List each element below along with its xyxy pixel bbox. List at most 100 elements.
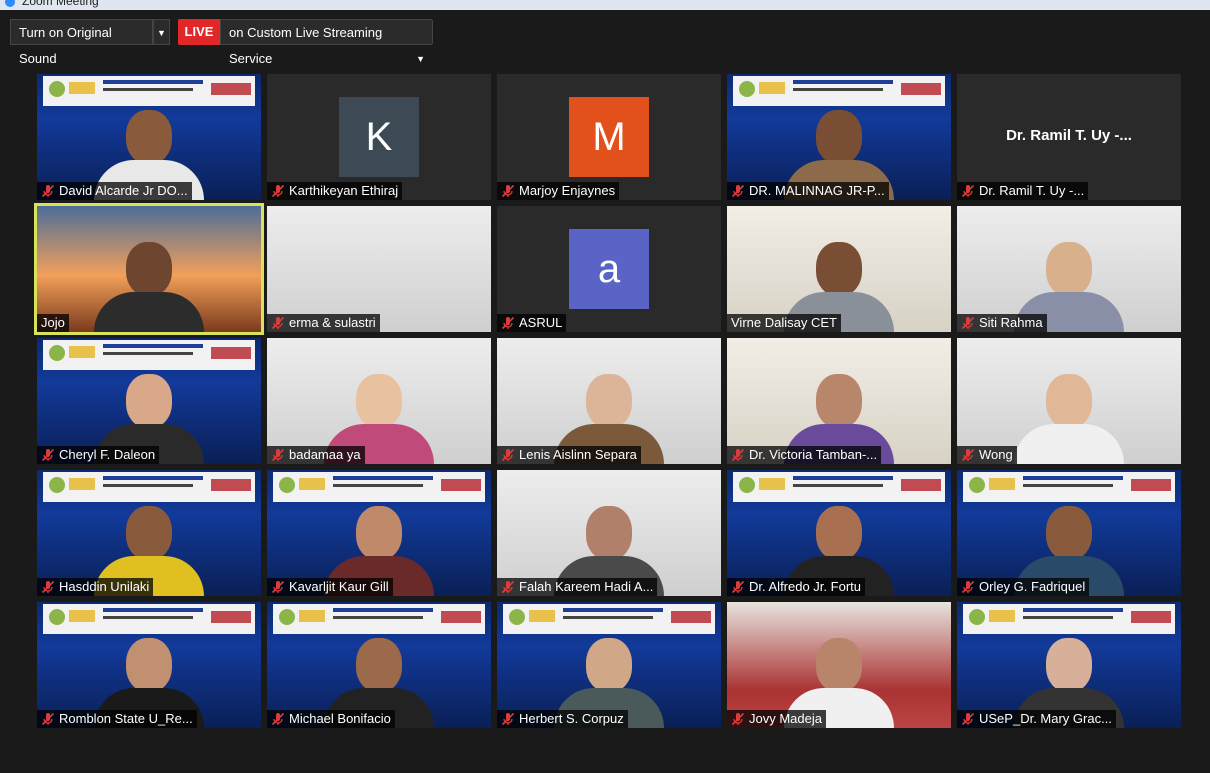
conference-banner-image <box>733 472 945 502</box>
muted-microphone-icon <box>501 580 515 594</box>
muted-microphone-icon <box>731 712 745 726</box>
muted-microphone-icon <box>41 580 55 594</box>
muted-microphone-icon <box>271 712 285 726</box>
title-bar: Zoom Meeting <box>0 0 1210 10</box>
participant-name: Virne Dalisay CET <box>731 315 837 330</box>
conference-banner-image <box>273 472 485 502</box>
participant-tile[interactable]: Orley G. Fadriquel <box>957 470 1181 596</box>
live-streaming-dropdown[interactable]: on Custom Live Streaming Service ▼ <box>220 19 433 66</box>
participant-tile[interactable]: Kavarljit Kaur Gill <box>267 470 491 596</box>
participant-tile[interactable]: Siti Rahma <box>957 206 1181 332</box>
participant-name: Wong <box>979 447 1013 462</box>
participant-name-label: Romblon State U_Re... <box>37 710 197 728</box>
participant-name-label: Dr. Victoria Tamban-... <box>727 446 882 464</box>
muted-microphone-icon <box>41 712 55 726</box>
participant-tile[interactable]: Hasddin Unilaki <box>37 470 261 596</box>
participant-tile[interactable]: Virne Dalisay CET <box>727 206 951 332</box>
muted-microphone-icon <box>731 184 745 198</box>
participant-name: DR. MALINNAG JR-P... <box>749 183 885 198</box>
participant-name: Siti Rahma <box>979 315 1043 330</box>
muted-microphone-icon <box>271 580 285 594</box>
participant-video-feed <box>94 242 204 332</box>
muted-microphone-icon <box>271 448 285 462</box>
participant-name: Romblon State U_Re... <box>59 711 193 726</box>
participant-tile[interactable]: M Marjoy Enjaynes <box>497 74 721 200</box>
participant-name-label: Jojo <box>37 314 69 332</box>
conference-banner-image <box>43 76 255 106</box>
participant-avatar: a <box>569 229 649 309</box>
participant-gallery: David Alcarde Jr DO... K Karthikeyan Ethir… <box>34 74 1181 728</box>
participant-name-label: Herbert S. Corpuz <box>497 710 628 728</box>
muted-microphone-icon <box>271 184 285 198</box>
participant-name: David Alcarde Jr DO... <box>59 183 188 198</box>
participant-tile[interactable]: erma & sulastri <box>267 206 491 332</box>
participant-name-label: USeP_Dr. Mary Grac... <box>957 710 1116 728</box>
participant-name: Dr. Victoria Tamban-... <box>749 447 878 462</box>
participant-name-label: Wong <box>957 446 1017 464</box>
participant-tile[interactable]: David Alcarde Jr DO... <box>37 74 261 200</box>
participant-name-label: Cheryl F. Daleon <box>37 446 160 464</box>
participant-avatar: M <box>569 97 649 177</box>
participant-tile[interactable]: Jojo <box>34 203 264 335</box>
participant-name-label: David Alcarde Jr DO... <box>37 182 192 200</box>
participant-name-display: Dr. Ramil T. Uy -... <box>1006 127 1132 144</box>
participant-name: Lenis Aislinn Separa <box>519 447 637 462</box>
participant-name-label: Marjoy Enjaynes <box>497 182 620 200</box>
participant-name: USeP_Dr. Mary Grac... <box>979 711 1112 726</box>
live-streaming-label: on Custom Live Streaming Service <box>229 25 383 66</box>
muted-microphone-icon <box>961 448 975 462</box>
zoom-logo-icon <box>5 0 15 7</box>
participant-name-label: Jovy Madeja <box>727 710 826 728</box>
participant-tile[interactable]: Michael Bonifacio <box>267 602 491 728</box>
participant-tile[interactable]: Dr. Ramil T. Uy -... Dr. Ramil T. Uy -... <box>957 74 1181 200</box>
participant-name-label: Hasddin Unilaki <box>37 578 154 596</box>
muted-microphone-icon <box>961 184 975 198</box>
participant-tile[interactable]: Dr. Victoria Tamban-... <box>727 338 951 464</box>
participant-name: Falah Kareem Hadi A... <box>519 579 654 594</box>
participant-tile[interactable]: badamaa ya <box>267 338 491 464</box>
conference-banner-image <box>503 604 715 634</box>
participant-tile[interactable]: Romblon State U_Re... <box>37 602 261 728</box>
muted-microphone-icon <box>501 184 515 198</box>
muted-microphone-icon <box>731 448 745 462</box>
participant-tile[interactable]: Wong <box>957 338 1181 464</box>
participant-name-label: erma & sulastri <box>267 314 380 332</box>
participant-tile[interactable]: a ASRUL <box>497 206 721 332</box>
participant-tile[interactable]: Herbert S. Corpuz <box>497 602 721 728</box>
conference-banner-image <box>43 340 255 370</box>
participant-name: Kavarljit Kaur Gill <box>289 579 389 594</box>
participant-name-label: Lenis Aislinn Separa <box>497 446 641 464</box>
muted-microphone-icon <box>501 316 515 330</box>
participant-name: Herbert S. Corpuz <box>519 711 624 726</box>
muted-microphone-icon <box>501 448 515 462</box>
muted-microphone-icon <box>961 712 975 726</box>
participant-name: ASRUL <box>519 315 563 330</box>
original-sound-button[interactable]: Turn on Original Sound <box>10 19 153 66</box>
sound-options-chevron-down-icon[interactable]: ▼ <box>153 19 170 45</box>
participant-avatar: K <box>339 97 419 177</box>
muted-microphone-icon <box>731 580 745 594</box>
participant-name: Dr. Ramil T. Uy -... <box>979 183 1085 198</box>
participant-tile[interactable]: K Karthikeyan Ethiraj <box>267 74 491 200</box>
participant-name-label: Karthikeyan Ethiraj <box>267 182 403 200</box>
live-badge[interactable]: LIVE <box>178 19 220 45</box>
participant-name: Cheryl F. Daleon <box>59 447 156 462</box>
participant-tile[interactable]: Lenis Aislinn Separa <box>497 338 721 464</box>
conference-banner-image <box>963 604 1175 634</box>
conference-banner-image <box>963 472 1175 502</box>
muted-microphone-icon <box>41 184 55 198</box>
participant-video-feed <box>1014 374 1124 464</box>
participant-tile[interactable]: DR. MALINNAG JR-P... <box>727 74 951 200</box>
participant-tile[interactable]: Cheryl F. Daleon <box>37 338 261 464</box>
participant-name-label: Dr. Alfredo Jr. Fortu <box>727 578 865 596</box>
participant-name: Jojo <box>41 315 65 330</box>
participant-name: Dr. Alfredo Jr. Fortu <box>749 579 861 594</box>
conference-banner-image <box>273 604 485 634</box>
participant-name-label: badamaa ya <box>267 446 365 464</box>
participant-tile[interactable]: Jovy Madeja <box>727 602 951 728</box>
participant-tile[interactable]: USeP_Dr. Mary Grac... <box>957 602 1181 728</box>
muted-microphone-icon <box>961 580 975 594</box>
participant-tile[interactable]: Falah Kareem Hadi A... <box>497 470 721 596</box>
conference-banner-image <box>733 76 945 106</box>
participant-tile[interactable]: Dr. Alfredo Jr. Fortu <box>727 470 951 596</box>
